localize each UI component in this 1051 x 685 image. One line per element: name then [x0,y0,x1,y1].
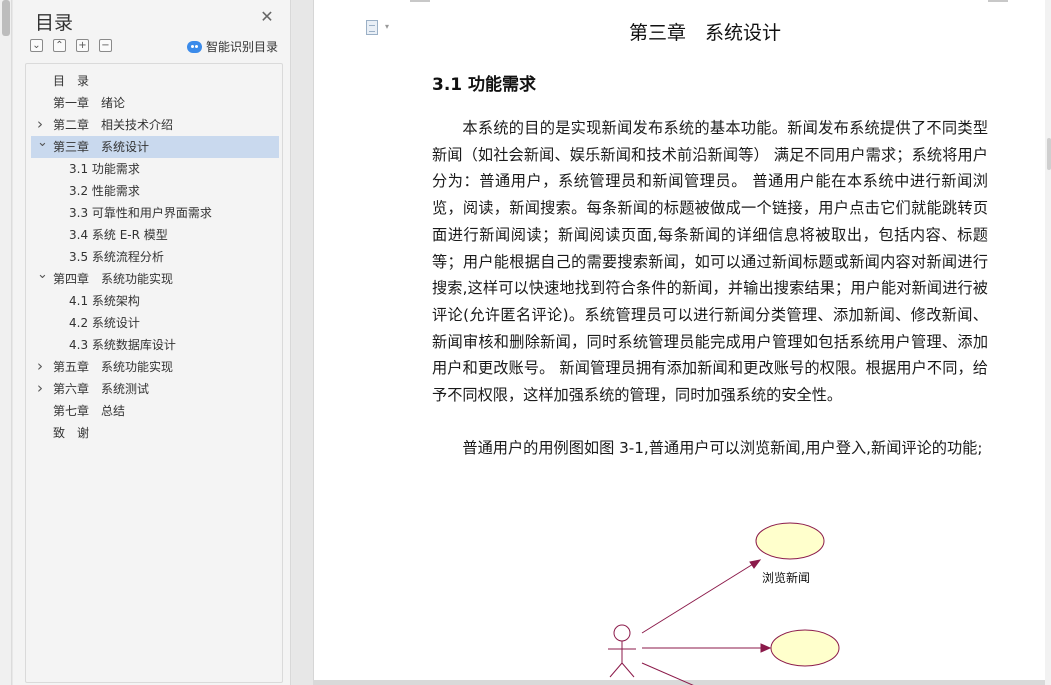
expand-all-icon[interactable]: ⌃ [53,39,66,52]
toc-item-label: 4.1 系统架构 [69,294,140,308]
toc-item[interactable]: 3.4 系统 E-R 模型 [31,224,279,246]
chapter-heading: 第三章 系统设计 [629,22,782,44]
toc-item-label: 3.5 系统流程分析 [69,250,164,264]
left-scroll-thumb[interactable] [2,0,10,36]
arrow-head [749,559,762,569]
toc-item-label: 致 谢 [53,426,90,440]
section-heading: 3.1 功能需求 [432,75,537,95]
toc-item-label: 3.2 性能需求 [69,184,140,198]
use-case-ellipse [770,629,840,667]
actor-icon [608,624,636,678]
vertical-scrollbar[interactable] [1045,0,1051,685]
toc-item-label: 第五章 系统功能实现 [53,360,174,374]
toc-item-label: 3.1 功能需求 [69,162,140,176]
collapse-all-icon[interactable]: ⌄ [30,39,43,52]
body-paragraph: 本系统的目的是实现新闻发布系统的基本功能。新闻发布系统提供了不同类型新闻（如社会… [432,119,988,405]
toc-item-label: 3.4 系统 E-R 模型 [69,228,168,242]
document-icon[interactable] [366,20,378,35]
chevron-right-icon[interactable]: › [37,355,47,377]
toc-item[interactable]: 3.3 可靠性和用户界面需求 [31,202,279,224]
toc-item-label: 4.3 系统数据库设计 [69,338,176,352]
toc-item-label: 第二章 相关技术介绍 [53,118,174,132]
add-icon[interactable]: + [76,39,89,52]
vertical-scroll-thumb[interactable] [1047,138,1051,170]
toc-item[interactable]: 3.1 功能需求 [31,158,279,180]
toc-item[interactable]: 4.1 系统架构 [31,290,279,312]
toc-item[interactable]: › 第二章 相关技术介绍 [31,114,279,136]
toc-item[interactable]: ⌄ 第四章 系统功能实现 [31,267,279,290]
use-case-diagram: 浏览新闻 [600,515,860,685]
chevron-down-icon[interactable]: ⌄ [37,264,48,286]
toc-item[interactable]: 3.5 系统流程分析 [31,246,279,268]
left-scroll-strip[interactable] [0,0,12,685]
use-case-ellipse [755,522,825,560]
use-case-label: 浏览新闻 [762,571,811,585]
toc-toolbar: ⌄ ⌃ + − [30,39,112,52]
page-corner-mark [988,0,1008,2]
smart-toc-label: 智能识别目录 [206,40,279,54]
toc-item[interactable]: 致 谢 [31,422,279,444]
body-paragraph: 普通用户的用例图如图 3-1,普通用户可以浏览新闻,用户登入,新闻评论的功能; [462,439,983,457]
toc-list: 目 录第一章 绪论 › 第二章 相关技术介绍 ⌄ 第三章 系统设计 3.1 功能需求 3.2… [25,63,283,683]
smart-recognize-icon [187,40,202,53]
chevron-down-icon[interactable]: ⌄ [37,132,48,154]
toc-item-label: 第六章 系统测试 [53,382,150,396]
toc-item-label: 第四章 系统功能实现 [53,272,174,286]
association-arrow [641,662,694,685]
use-case-diagram-svg [608,522,840,685]
toc-title: 目录 [35,12,74,34]
toc-pane: 目录 ✕ ⌄ ⌃ + − 智能识别目录 目 录第一章 绪论 › 第二章 相关技术介绍… [13,0,291,685]
toc-item-label: 第三章 系统设计 [53,140,150,154]
toc-item[interactable]: 3.2 性能需求 [31,180,279,202]
chevron-down-icon[interactable]: ▾ [385,22,389,31]
toc-item[interactable]: 第七章 总结 [31,400,279,422]
toc-item[interactable]: 第一章 绪论 [31,92,279,114]
chevron-right-icon[interactable]: › [37,377,47,399]
association-arrow [641,560,759,634]
toc-item[interactable]: 4.2 系统设计 [31,312,279,334]
page-corner-mark [410,0,430,2]
toc-item-label: 第一章 绪论 [53,96,126,110]
remove-icon[interactable]: − [99,39,112,52]
toc-item[interactable]: › 第六章 系统测试 [31,378,279,400]
smart-toc-button[interactable]: 智能识别目录 [187,38,278,55]
toc-item-label: 4.2 系统设计 [69,316,140,330]
close-icon[interactable]: ✕ [259,9,275,25]
toc-item-label: 3.3 可靠性和用户界面需求 [69,206,212,220]
toc-item[interactable]: 目 录 [31,70,279,92]
toc-item[interactable]: 4.3 系统数据库设计 [31,334,279,356]
toc-item[interactable]: › 第五章 系统功能实现 [31,356,279,378]
arrow-head [760,643,772,653]
toc-item-label: 目 录 [53,74,90,88]
toc-item-label: 第七章 总结 [53,404,126,418]
toc-item[interactable]: ⌄ 第三章 系统设计 [31,135,279,158]
